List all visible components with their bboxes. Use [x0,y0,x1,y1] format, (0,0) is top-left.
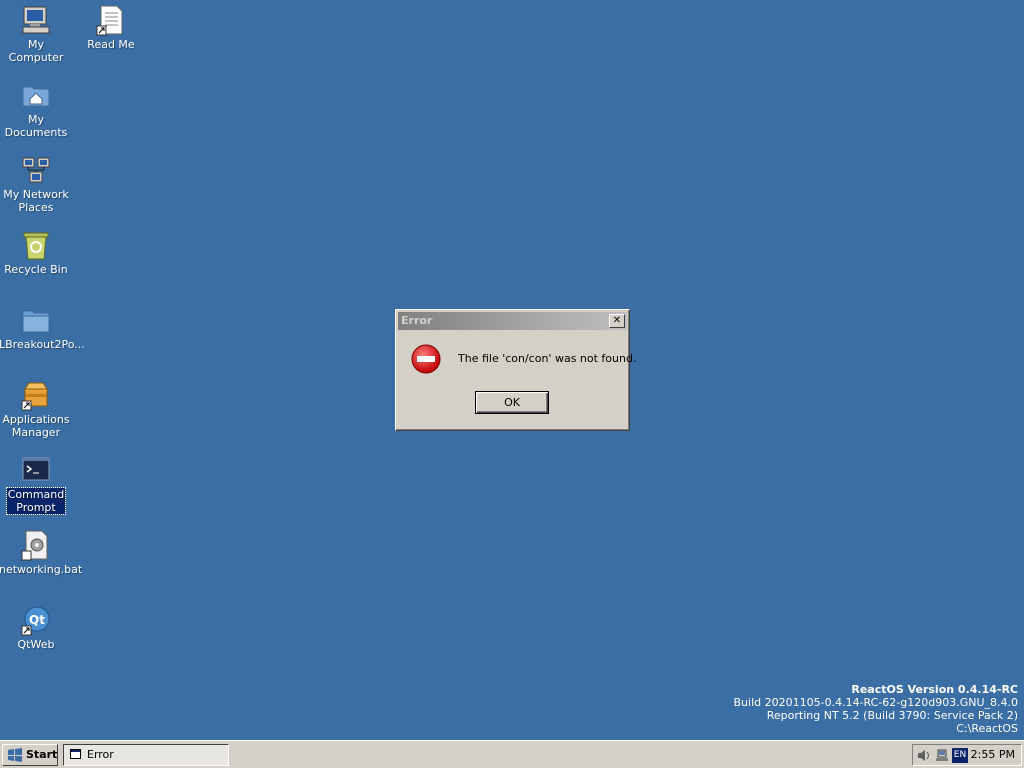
desktop-icon-my-documents[interactable]: My Documents [0,79,74,139]
svg-text:Qt: Qt [29,613,45,627]
error-dialog: Error ✕ The file 'con/con' was not found… [395,309,636,431]
close-button[interactable]: ✕ [609,314,625,328]
desktop-icon-label: QtWeb [17,638,55,651]
dialog-title: Error [401,314,433,327]
desktop-icon-recycle-bin[interactable]: Recycle Bin [0,229,74,276]
recycle-bin-icon [20,229,52,261]
desktop-icon-networking-bat[interactable]: networking.bat [0,529,82,576]
desktop-icon-qtweb[interactable]: Qt QtWeb [0,604,74,651]
desktop-icon-label: Read Me [87,38,135,51]
taskbar-button-label: Error [87,748,114,761]
version-path: C:\ReactOS [956,722,1018,735]
document-shortcut-icon [95,4,127,36]
desktop-icon-label: Command Prompt [5,487,67,515]
version-info: ReactOS Version 0.4.14-RC Build 20201105… [734,683,1018,735]
desktop-icon-my-computer[interactable]: My Computer [0,4,74,64]
system-tray: EN 2:55 PM [912,744,1022,766]
documents-folder-icon [20,79,52,111]
clock[interactable]: 2:55 PM [971,745,1015,765]
start-label: Start [26,748,58,761]
version-reporting: Reporting NT 5.2 (Build 3790: Service Pa… [766,709,1018,722]
desktop-icon-command-prompt[interactable]: Command Prompt [0,454,74,515]
start-logo-icon [7,748,23,762]
network-places-icon [20,154,52,186]
applications-manager-icon [20,379,52,411]
desktop-icon-label: My Documents [4,113,68,139]
desktop-icon-read-me[interactable]: Read Me [73,4,149,51]
computer-icon [20,4,52,36]
dialog-titlebar[interactable]: Error ✕ [398,312,627,330]
desktop: My Computer Read Me My Documents My Netw… [0,0,1024,740]
desktop-icon-applications-manager[interactable]: Applications Manager [0,379,74,439]
desktop-icon-label: My Network Places [3,188,69,214]
taskbar-button-error[interactable]: Error [63,744,229,766]
desktop-icon-label: networking.bat [0,563,83,576]
desktop-icon-lbreakout2[interactable]: LBreakout2Po... [0,304,85,351]
ok-button[interactable]: OK [475,391,549,414]
desktop-icon-my-network-places[interactable]: My Network Places [0,154,74,214]
desktop-icon-label: Recycle Bin [4,263,68,276]
batch-file-icon [20,529,52,561]
close-icon: ✕ [612,315,622,326]
command-prompt-icon [20,454,52,486]
window-icon [70,749,81,759]
speaker-icon[interactable] [916,748,932,763]
desktop-icon-label: Applications Manager [2,413,70,439]
desktop-icon-label: LBreakout2Po... [0,338,85,351]
language-indicator[interactable]: EN [952,748,968,763]
version-title: ReactOS Version 0.4.14-RC [851,683,1018,696]
desktop-icon-label: My Computer [8,38,64,64]
start-button[interactable]: Start [2,744,58,766]
taskbar: Start Error EN 2:55 PM [0,740,1024,768]
error-stop-icon [410,343,442,375]
dialog-message: The file 'con/con' was not found. [458,352,637,365]
network-tray-icon[interactable] [934,748,950,763]
folder-icon [20,304,52,336]
qtweb-icon: Qt [20,604,52,636]
version-build: Build 20201105-0.4.14-RC-62-g120d903.GNU… [733,696,1018,709]
